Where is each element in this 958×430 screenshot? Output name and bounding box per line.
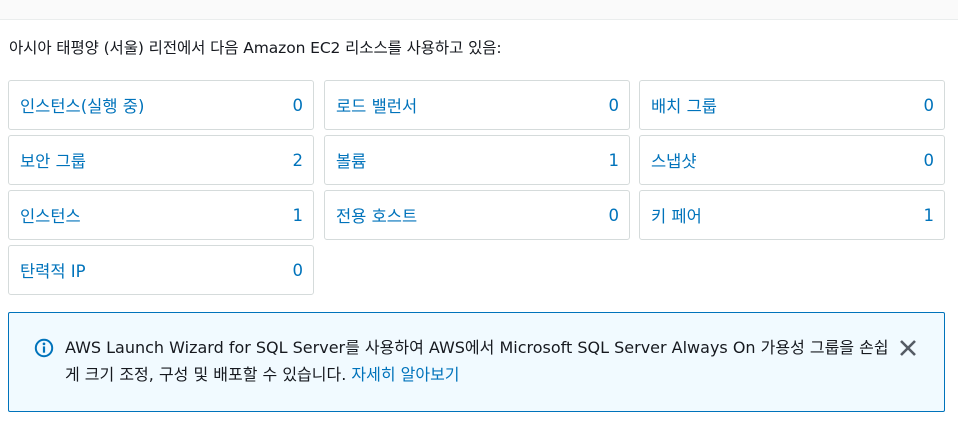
info-icon xyxy=(34,338,54,358)
info-banner-message: AWS Launch Wizard for SQL Server를 사용하여 A… xyxy=(65,338,889,384)
resource-tile-dedicated-hosts[interactable]: 전용 호스트 0 xyxy=(324,190,630,240)
resource-tile-running-instances[interactable]: 인스턴스(실행 중) 0 xyxy=(8,80,314,130)
resource-label: 로드 밸런서 xyxy=(336,97,418,116)
resource-label: 보안 그룹 xyxy=(20,152,86,171)
resource-label: 키 페어 xyxy=(651,207,702,226)
resource-tile-placement-groups[interactable]: 배치 그룹 0 xyxy=(639,80,945,130)
resource-count: 0 xyxy=(292,260,304,280)
learn-more-link[interactable]: 자세히 알아보기 xyxy=(351,365,459,384)
resource-tile-snapshots[interactable]: 스냅샷 0 xyxy=(639,135,945,185)
resource-count: 0 xyxy=(608,205,620,225)
resource-count: 1 xyxy=(292,205,304,225)
resource-count: 0 xyxy=(292,95,304,115)
resource-count: 1 xyxy=(608,150,620,170)
resource-tile-elastic-ips[interactable]: 탄력적 IP 0 xyxy=(8,245,314,295)
resource-count: 1 xyxy=(923,205,935,225)
resource-tile-instances[interactable]: 인스턴스 1 xyxy=(8,190,314,240)
top-bar xyxy=(0,0,958,20)
resource-tile-security-groups[interactable]: 보안 그룹 2 xyxy=(8,135,314,185)
resource-label: 탄력적 IP xyxy=(20,262,86,281)
close-icon[interactable] xyxy=(898,338,918,358)
resource-label: 인스턴스 xyxy=(20,207,81,226)
resources-intro-text: 아시아 태평양 (서울) 리전에서 다음 Amazon EC2 리소스를 사용하… xyxy=(9,39,502,57)
resource-tile-key-pairs[interactable]: 키 페어 1 xyxy=(639,190,945,240)
resource-label: 인스턴스(실행 중) xyxy=(20,97,145,116)
resource-label: 스냅샷 xyxy=(651,152,697,171)
info-banner-message-container: AWS Launch Wizard for SQL Server를 사용하여 A… xyxy=(65,334,890,388)
resource-label: 전용 호스트 xyxy=(336,207,418,226)
resource-count: 0 xyxy=(923,150,935,170)
resource-count: 0 xyxy=(923,95,935,115)
resource-label: 배치 그룹 xyxy=(651,97,717,116)
resource-label: 볼륨 xyxy=(336,152,367,171)
info-banner: AWS Launch Wizard for SQL Server를 사용하여 A… xyxy=(8,312,945,412)
resource-tile-volumes[interactable]: 볼륨 1 xyxy=(324,135,630,185)
resource-tile-load-balancers[interactable]: 로드 밸런서 0 xyxy=(324,80,630,130)
resource-count: 0 xyxy=(608,95,620,115)
resource-count: 2 xyxy=(292,150,304,170)
